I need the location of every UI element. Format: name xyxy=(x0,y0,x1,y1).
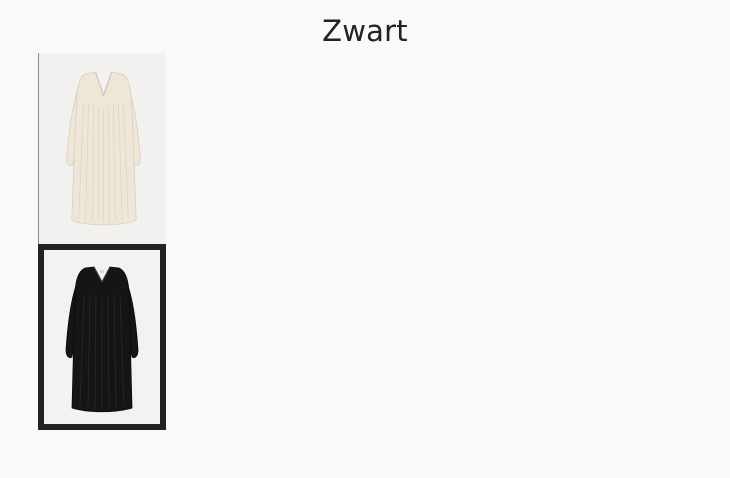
color-swatch-cream[interactable] xyxy=(38,53,166,244)
cream-dress-image xyxy=(66,72,141,226)
color-swatch-black[interactable] xyxy=(38,244,166,430)
selected-color-title: Zwart xyxy=(322,14,408,48)
color-swatch-list xyxy=(38,53,166,430)
black-dress-image xyxy=(65,266,139,413)
